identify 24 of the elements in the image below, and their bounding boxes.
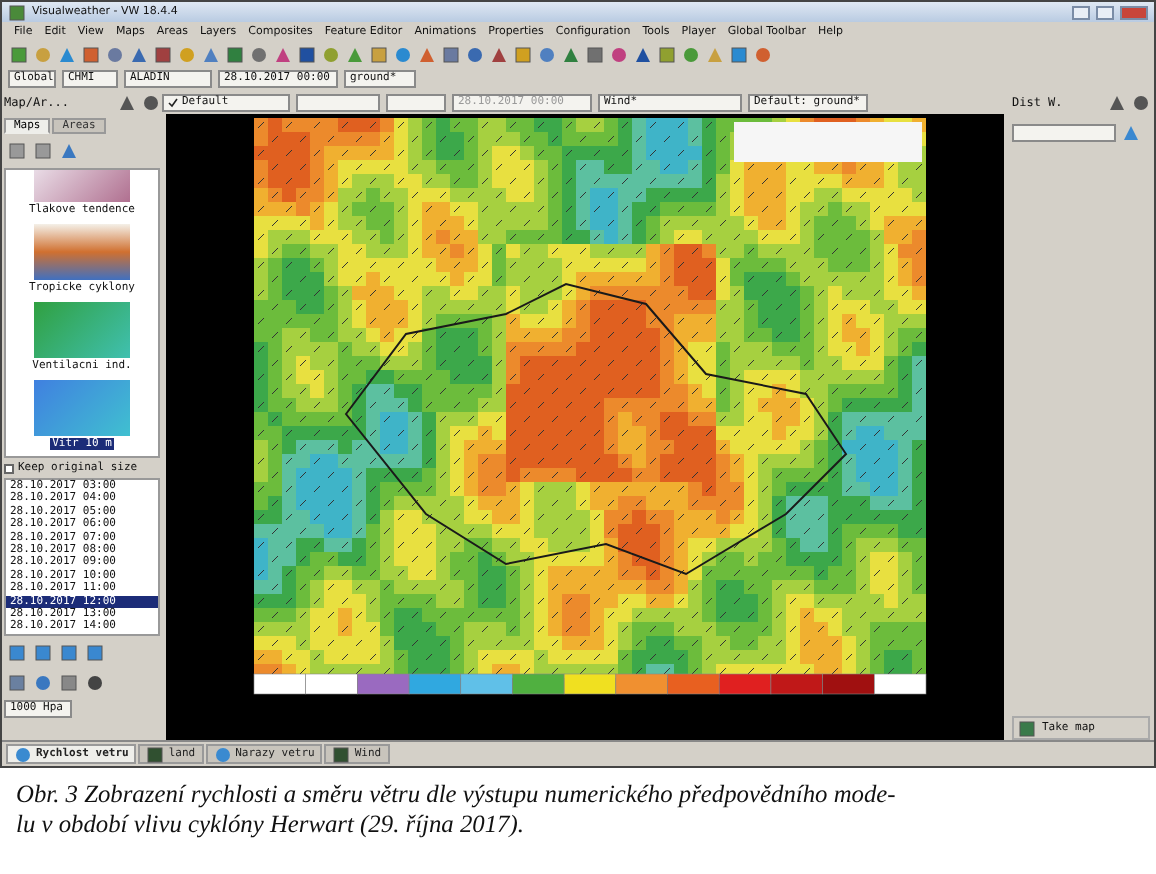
map-thumbnail[interactable] [34, 380, 130, 436]
map-thumbnail[interactable] [33, 170, 130, 202]
minimize-button[interactable] [1072, 5, 1090, 19]
figure-caption: Obr. 3 Zobrazení rychlosti a směru větru dle výstupu numerického předpovědního mode- lu v období vlivu cyklóny Herwart (29. října 2017). [16, 780, 898, 840]
maximize-button[interactable] [1096, 5, 1114, 19]
filter-icon[interactable] [1122, 123, 1140, 141]
check-icon [168, 97, 178, 107]
dropdown[interactable] [1012, 123, 1116, 141]
pin-icon[interactable] [118, 93, 136, 111]
image-icon[interactable] [8, 673, 26, 692]
map-thumbnail[interactable] [33, 302, 130, 358]
app-icon[interactable] [8, 3, 26, 21]
dropdown[interactable] [386, 93, 446, 111]
map-icon[interactable] [1018, 719, 1036, 737]
pin-icon[interactable] [1108, 93, 1126, 111]
checkbox[interactable] [4, 463, 14, 473]
layer-icon[interactable] [332, 745, 351, 763]
layer-icon[interactable] [14, 745, 32, 763]
close-icon[interactable] [142, 93, 160, 111]
dropdown[interactable] [296, 93, 380, 111]
close-icon[interactable] [1132, 93, 1150, 111]
map-thumbnail[interactable] [33, 224, 130, 280]
close-button[interactable] [1120, 5, 1148, 19]
layer-icon[interactable] [146, 745, 165, 763]
